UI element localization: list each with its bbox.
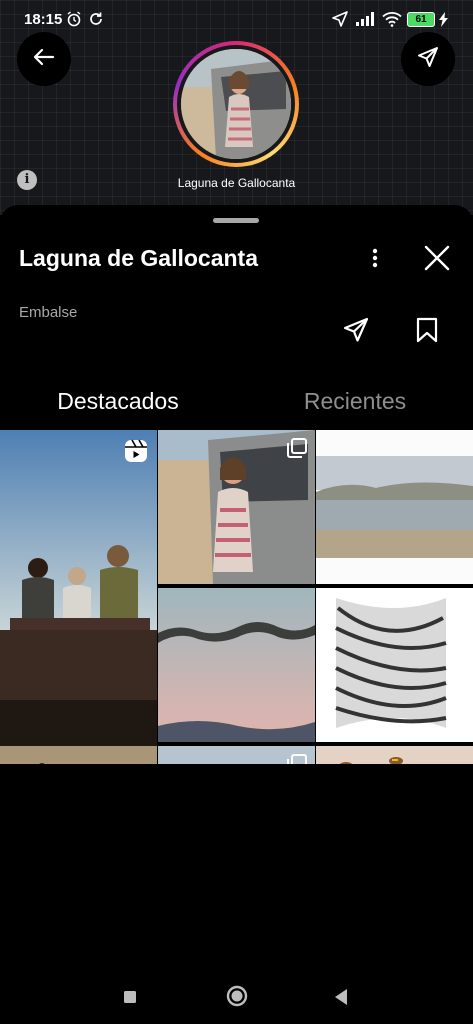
status-bar: 18:15 61 [0,0,473,40]
grid-item-post[interactable] [158,588,315,742]
battery-icon: 61 [407,12,435,27]
location-story-avatar[interactable] [173,41,299,167]
drag-handle[interactable] [213,218,259,223]
grid-item-post[interactable] [316,746,473,764]
grid-item-post[interactable] [316,588,473,742]
grid-item-post[interactable] [0,746,157,764]
system-back-button[interactable] [333,988,349,1011]
battery-level: 61 [415,14,427,25]
charging-icon [439,12,448,32]
recents-button[interactable] [123,990,137,1009]
info-icon[interactable]: i [17,170,37,190]
home-button[interactable] [226,985,248,1012]
back-button[interactable] [17,32,71,86]
send-icon [417,46,439,73]
wifi-icon [382,11,402,32]
carousel-icon [287,754,307,764]
map-location-label: Laguna de Gallocanta [177,176,296,190]
location-arrow-icon [332,11,348,32]
status-time: 18:15 [24,11,63,28]
grid-item-post[interactable] [316,430,473,584]
system-nav-bar [0,966,473,1024]
send-location-button[interactable] [401,32,455,86]
arrow-left-icon [32,45,56,74]
grid-item-reel[interactable] [0,430,157,746]
alarm-icon [66,11,82,32]
avatar-photo [181,49,291,159]
signal-icon [355,11,375,32]
reel-icon [123,438,149,469]
sync-icon [88,11,104,32]
carousel-icon [287,438,307,463]
grid-item-post[interactable] [158,746,315,764]
grid-item-post[interactable] [158,430,315,584]
post-grid [0,226,473,764]
